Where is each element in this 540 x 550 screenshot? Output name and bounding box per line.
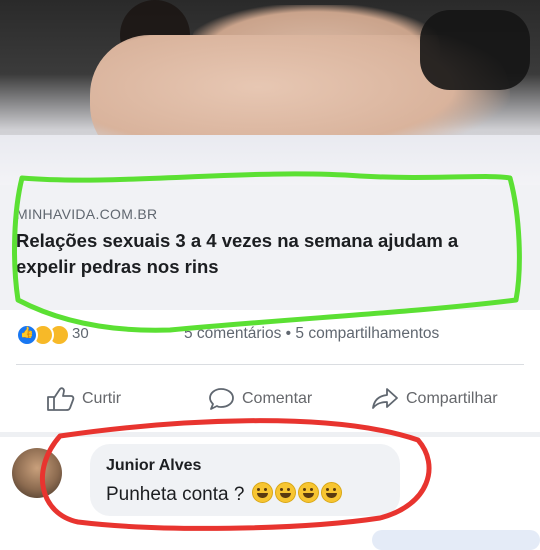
post-stats: 30 5 comentários • 5 compartilhamentos (0, 316, 540, 350)
like-label: Curtir (82, 390, 122, 407)
comment-bubble-icon (209, 388, 234, 410)
comment-button[interactable]: Comentar (206, 378, 312, 420)
link-headline[interactable]: Relações sexuais 3 a 4 vezes na semana a… (16, 228, 516, 280)
share-button[interactable]: Compartilhar (370, 378, 498, 420)
comment-label: Comentar (242, 390, 313, 407)
comment-text-body: Punheta conta ? (106, 484, 245, 505)
comment-author[interactable]: Junior Alves (106, 457, 201, 475)
divider (16, 364, 524, 365)
grinning-face-with-sweat-icon (251, 482, 273, 503)
comment-text: Punheta conta ? (106, 482, 342, 506)
comments-shares-count[interactable]: 5 comentários • 5 compartilhamentos (184, 325, 439, 343)
like-button[interactable]: Curtir (46, 378, 121, 420)
section-separator (0, 432, 540, 437)
grinning-face-with-sweat-icon (274, 482, 296, 503)
share-arrow-icon (372, 388, 398, 409)
link-domain: MINHAVIDA.COM.BR (16, 206, 158, 222)
grinning-face-with-sweat-icon (297, 482, 319, 503)
post-action-bar: Curtir Comentar Compartilhar (0, 378, 540, 420)
like-reaction-icon[interactable] (16, 324, 38, 346)
avatar[interactable] (12, 448, 62, 498)
grinning-face-with-sweat-icon (320, 482, 342, 503)
photo-detail (420, 10, 530, 90)
photo-detail (0, 135, 540, 185)
post-image[interactable] (0, 0, 540, 185)
reaction-count[interactable]: 30 (72, 325, 89, 342)
next-comment-bubble (372, 530, 540, 550)
thumbs-up-icon (47, 387, 75, 411)
share-label: Compartilhar (406, 390, 498, 407)
